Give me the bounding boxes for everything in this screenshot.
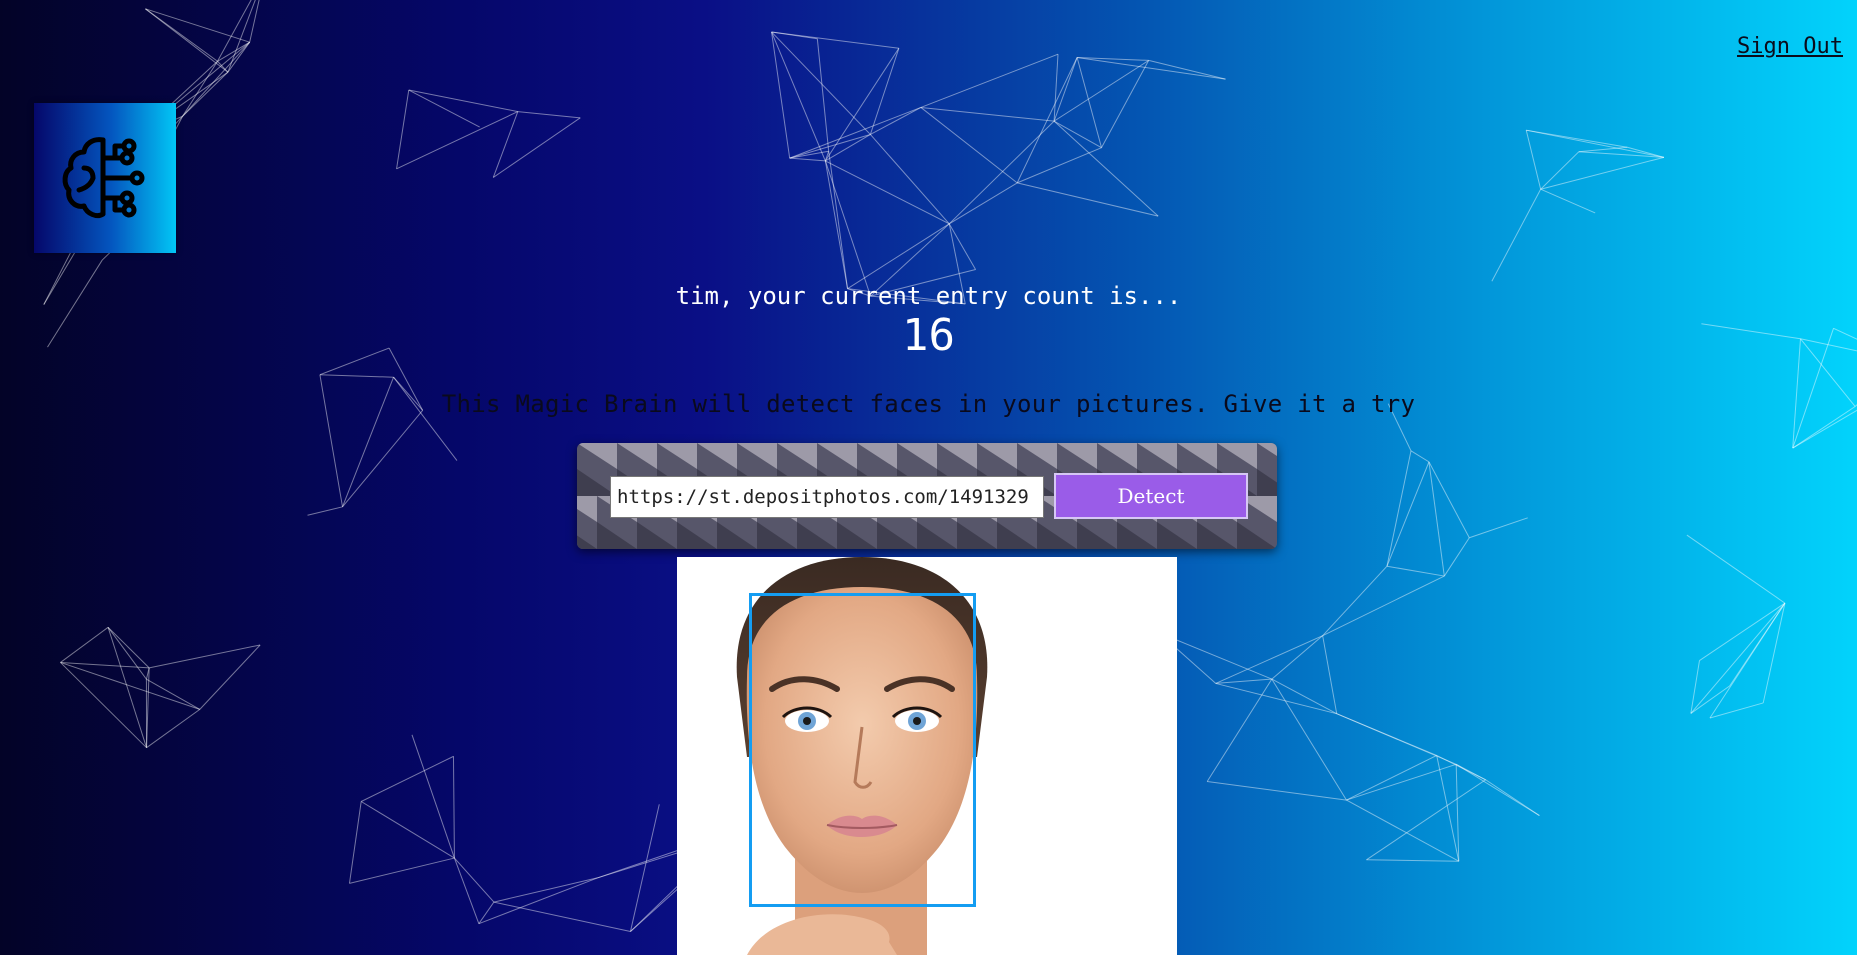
entry-count-value: 16 [902, 310, 955, 361]
logo[interactable] [34, 103, 176, 253]
entry-count-greeting: tim, your current entry count is... [675, 282, 1182, 310]
input-image [677, 557, 1177, 955]
face-bounding-box [749, 593, 976, 907]
sign-out-link[interactable]: Sign Out [1737, 34, 1843, 59]
detect-button[interactable]: Detect [1054, 473, 1248, 519]
image-link-form: Detect [577, 443, 1277, 549]
brain-circuit-icon [62, 137, 145, 219]
intro-text: This Magic Brain will detect faces in yo… [441, 390, 1416, 418]
image-url-input[interactable] [610, 476, 1044, 518]
